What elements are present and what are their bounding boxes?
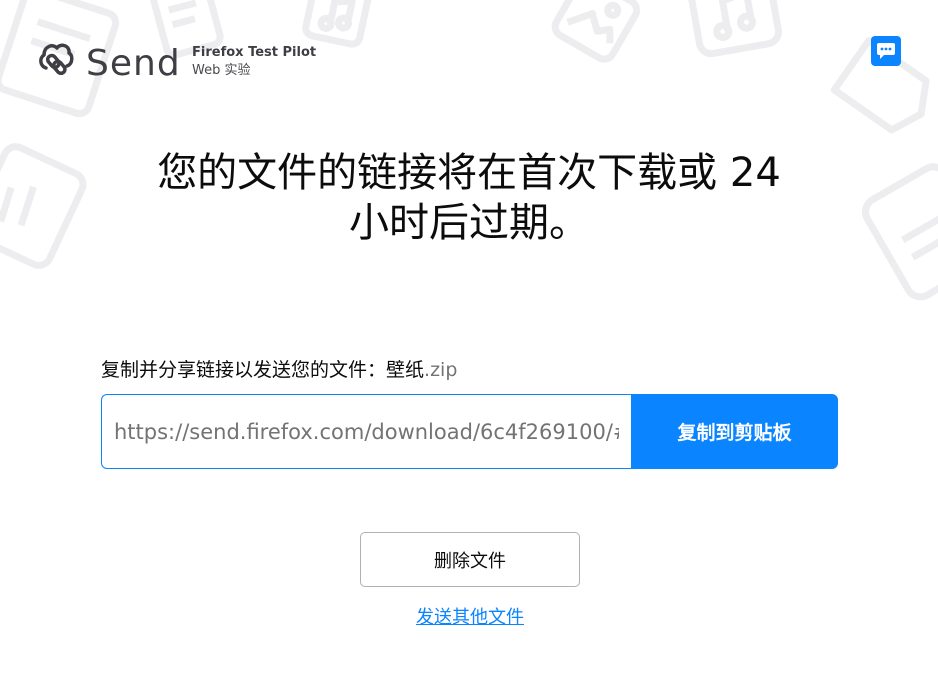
delete-file-button[interactable]: 删除文件 [360, 532, 580, 587]
doodle-music-icon-2 [687, 0, 782, 58]
brand-name[interactable]: Send [86, 38, 181, 90]
testpilot-badge[interactable]: Firefox Test Pilot Web 实验 [192, 44, 316, 80]
send-logo-icon[interactable] [38, 38, 74, 78]
share-label: 复制并分享链接以发送您的文件：壁纸.zip [101, 355, 457, 382]
copy-to-clipboard-button[interactable]: 复制到剪贴板 [631, 394, 838, 469]
send-page: Send Firefox Test Pilot Web 实验 您的文件的链接将在… [0, 0, 938, 683]
share-link-input[interactable] [101, 394, 631, 469]
feedback-chat-icon [877, 43, 895, 59]
share-link-row: 复制到剪贴板 [101, 394, 838, 469]
file-name: 壁纸 [386, 359, 425, 381]
testpilot-subtitle: Web 实验 [192, 63, 251, 78]
doodle-page-icon [0, 143, 87, 269]
doodle-music-icon [302, 0, 372, 48]
feedback-button[interactable] [871, 36, 901, 66]
share-label-prefix: 复制并分享链接以发送您的文件： [101, 359, 387, 381]
page-title: 您的文件的链接将在首次下载或 24 小时后过期。 [157, 150, 781, 246]
file-extension: .zip [424, 359, 458, 381]
doodle-image-icon [551, 0, 641, 63]
send-another-file-link[interactable]: 发送其他文件 [360, 603, 580, 629]
doodle-tag-icon [861, 163, 938, 301]
testpilot-title: Firefox Test Pilot [192, 45, 317, 60]
